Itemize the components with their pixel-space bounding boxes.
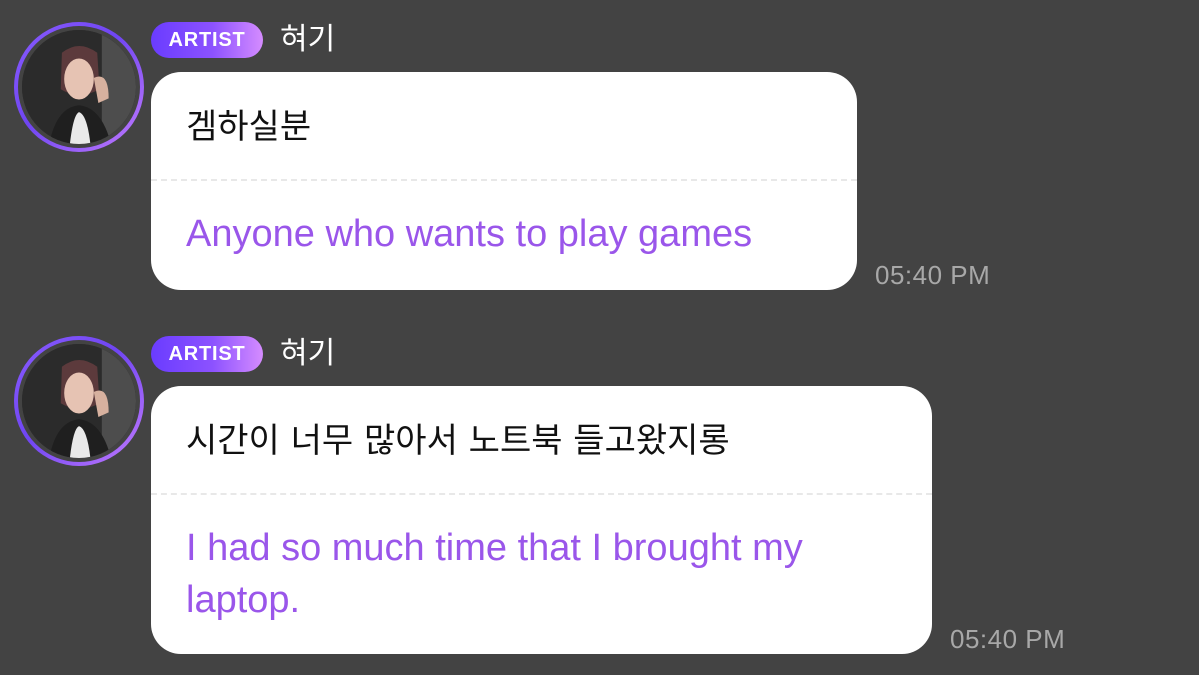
- profile-photo-icon: [18, 340, 140, 462]
- username: 혀기: [280, 336, 336, 371]
- username: 혀기: [280, 22, 336, 57]
- original-message-text: 겜하실분: [186, 107, 312, 147]
- chat-message: ARTIST 혀기 겜하실분 Anyone who wants to play …: [0, 0, 1199, 310]
- message-timestamp: 05:40 PM: [950, 624, 1066, 654]
- translation-divider: [151, 493, 932, 495]
- translated-message-text: Anyone who wants to play games: [186, 213, 753, 255]
- message-bubble[interactable]: 시간이 너무 많아서 노트북 들고왔지롱 I had so much time …: [151, 386, 932, 654]
- translation-divider: [151, 179, 857, 181]
- message-bubble[interactable]: 겜하실분 Anyone who wants to play games: [151, 72, 857, 290]
- artist-avatar[interactable]: [14, 336, 144, 466]
- artist-badge: ARTIST: [151, 22, 263, 58]
- artist-avatar[interactable]: [14, 22, 144, 152]
- original-message-text: 시간이 너무 많아서 노트북 들고왔지롱: [186, 421, 730, 461]
- chat-message: ARTIST 혀기 시간이 너무 많아서 노트북 들고왔지롱 I had so …: [0, 314, 1199, 675]
- profile-photo-icon: [18, 26, 140, 148]
- translated-message-text: I had so much time that I brought my lap…: [186, 527, 803, 621]
- message-timestamp: 05:40 PM: [875, 260, 991, 290]
- artist-badge: ARTIST: [151, 336, 263, 372]
